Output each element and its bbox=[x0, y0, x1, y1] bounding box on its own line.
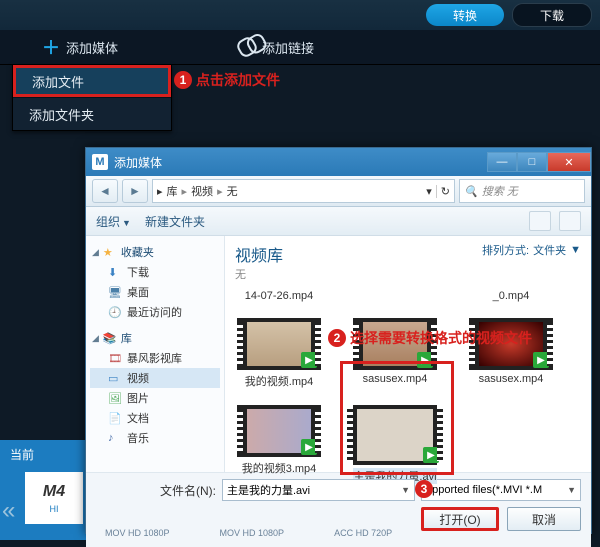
desktop-icon: 🖥 bbox=[108, 286, 122, 298]
plus-icon: ＋ bbox=[42, 34, 60, 60]
play-icon: ▶ bbox=[417, 352, 433, 368]
collapse-chevron-icon[interactable]: « bbox=[2, 497, 7, 525]
chevron-down-icon: ▼ bbox=[570, 244, 581, 256]
organize-menu[interactable]: 组织▼ bbox=[96, 213, 131, 230]
filename-input[interactable]: 主是我的力量.avi▼ bbox=[222, 479, 415, 501]
maximize-button[interactable]: □ bbox=[517, 152, 547, 172]
download-tab[interactable]: 下载 bbox=[512, 3, 592, 27]
new-folder-button[interactable]: 新建文件夹 bbox=[145, 213, 205, 230]
dialog-toolbar: 组织▼ 新建文件夹 bbox=[86, 207, 591, 236]
tree-video[interactable]: ▭视频 bbox=[90, 368, 220, 388]
library-title: 视频库 bbox=[235, 242, 283, 266]
play-icon: ▶ bbox=[423, 447, 439, 463]
annotation-2-text: 选择需要转换格式的视频文件 bbox=[350, 328, 532, 348]
help-button[interactable] bbox=[559, 211, 581, 231]
format-card[interactable]: M4 HI bbox=[25, 472, 83, 524]
annotation-1: 1 点击添加文件 bbox=[174, 70, 280, 90]
bottom-strip: MOV HD 1080PMOV HD 1080PACC HD 720P bbox=[85, 528, 600, 540]
file-item[interactable]: _0.mp4 bbox=[467, 290, 555, 302]
tree-music[interactable]: ♪音乐 bbox=[90, 428, 220, 448]
tree-desktop[interactable]: 🖥桌面 bbox=[90, 282, 220, 302]
breadcrumb[interactable]: ▸ 库 ▸ 视频 ▸ 无 ▾ ↻ bbox=[152, 179, 455, 203]
search-icon: 🔍 bbox=[464, 185, 478, 198]
search-placeholder: 搜索 无 bbox=[482, 183, 518, 199]
nav-back-button[interactable]: ◄ bbox=[92, 179, 118, 203]
dialog-title: 添加媒体 bbox=[114, 154, 162, 171]
search-input[interactable]: 🔍 搜索 无 bbox=[459, 179, 585, 203]
breadcrumb-dropdown-icon[interactable]: ▾ bbox=[426, 185, 432, 198]
dialog-nav: ◄ ► ▸ 库 ▸ 视频 ▸ 无 ▾ ↻ 🔍 搜索 无 bbox=[86, 176, 591, 207]
link-icon bbox=[235, 35, 260, 60]
breadcrumb-sep-icon: ▸ bbox=[157, 185, 163, 198]
annotation-3-badge: 3 bbox=[415, 480, 433, 498]
minimize-button[interactable]: — bbox=[487, 152, 517, 172]
file-item[interactable]: 14-07-26.mp4 bbox=[235, 290, 323, 302]
recent-icon: 🕘 bbox=[108, 306, 122, 318]
breadcrumb-sep-icon: ▸ bbox=[182, 185, 188, 198]
refresh-icon[interactable]: ↻ bbox=[436, 185, 454, 198]
document-icon: 📄 bbox=[108, 412, 122, 424]
chevron-down-icon: ▼ bbox=[401, 485, 410, 495]
file-list: 视频库 无 排列方式: 文件夹 ▼ 14-07-26.mp4 _0.mp4 ▶我… bbox=[225, 236, 591, 472]
app-badge-icon: M bbox=[92, 154, 108, 170]
close-button[interactable]: ✕ bbox=[547, 152, 591, 172]
tree-recent[interactable]: 🕘最近访问的 bbox=[90, 302, 220, 322]
dropdown-add-file[interactable]: 添加文件 bbox=[13, 65, 171, 97]
tree-documents[interactable]: 📄文档 bbox=[90, 408, 220, 428]
convert-tab[interactable]: 转换 bbox=[426, 4, 504, 26]
add-link-menu[interactable]: 添加链接 bbox=[238, 38, 314, 57]
file-item-selected[interactable]: ▶主是我的力量.avi bbox=[351, 405, 439, 484]
download-icon: ⬇ bbox=[108, 266, 122, 278]
filename-label: 文件名(N): bbox=[96, 482, 216, 499]
dialog-titlebar: M 添加媒体 — □ ✕ bbox=[86, 148, 591, 176]
breadcrumb-0[interactable]: 库 bbox=[167, 183, 178, 199]
play-icon: ▶ bbox=[533, 352, 549, 368]
tree-baofeng[interactable]: 🎞暴风影视库 bbox=[90, 348, 220, 368]
star-icon: ★ bbox=[103, 246, 117, 258]
film-icon: 🎞 bbox=[108, 352, 122, 364]
breadcrumb-sep-icon: ▸ bbox=[217, 185, 223, 198]
dropdown-add-folder[interactable]: 添加文件夹 bbox=[13, 97, 171, 130]
annotation-3: 3 bbox=[415, 480, 437, 498]
tree-downloads[interactable]: ⬇下载 bbox=[90, 262, 220, 282]
annotation-1-text: 点击添加文件 bbox=[196, 70, 280, 90]
tree-pictures[interactable]: 🖼图片 bbox=[90, 388, 220, 408]
picture-icon: 🖼 bbox=[108, 392, 122, 404]
file-item[interactable]: ▶我的视频3.mp4 bbox=[235, 405, 323, 484]
add-media-dropdown: 添加文件 添加文件夹 bbox=[12, 64, 172, 131]
add-media-label: 添加媒体 bbox=[66, 38, 118, 57]
breadcrumb-1[interactable]: 视频 bbox=[191, 183, 213, 199]
add-media-menu[interactable]: ＋ 添加媒体 bbox=[42, 34, 118, 60]
annotation-2: 2 选择需要转换格式的视频文件 bbox=[328, 328, 532, 348]
folder-tree: ◢★收藏夹 ⬇下载 🖥桌面 🕘最近访问的 ◢📚库 🎞暴风影视库 ▭视频 🖼图片 … bbox=[86, 236, 225, 472]
nav-forward-button[interactable]: ► bbox=[122, 179, 148, 203]
view-mode-button[interactable] bbox=[529, 211, 551, 231]
library-subtitle: 无 bbox=[235, 266, 283, 282]
video-icon: ▭ bbox=[108, 372, 122, 384]
chevron-down-icon: ▼ bbox=[567, 485, 576, 495]
music-icon: ♪ bbox=[108, 432, 122, 444]
add-link-label: 添加链接 bbox=[262, 38, 314, 57]
left-panel-header: 当前 bbox=[0, 440, 90, 469]
annotation-1-badge: 1 bbox=[174, 71, 192, 89]
file-item[interactable]: ▶我的视频.mp4 bbox=[235, 318, 323, 389]
sort-control[interactable]: 排列方式: 文件夹 ▼ bbox=[482, 242, 581, 258]
breadcrumb-2[interactable]: 无 bbox=[227, 183, 238, 199]
library-icon: 📚 bbox=[103, 332, 117, 344]
play-icon: ▶ bbox=[301, 352, 317, 368]
format-card-title: M4 bbox=[43, 483, 65, 501]
annotation-2-badge: 2 bbox=[328, 329, 346, 347]
tree-favorites[interactable]: ◢★收藏夹 bbox=[90, 242, 220, 262]
format-card-sub: HI bbox=[50, 504, 59, 514]
tree-libraries[interactable]: ◢📚库 bbox=[90, 328, 220, 348]
play-icon: ▶ bbox=[301, 439, 317, 455]
